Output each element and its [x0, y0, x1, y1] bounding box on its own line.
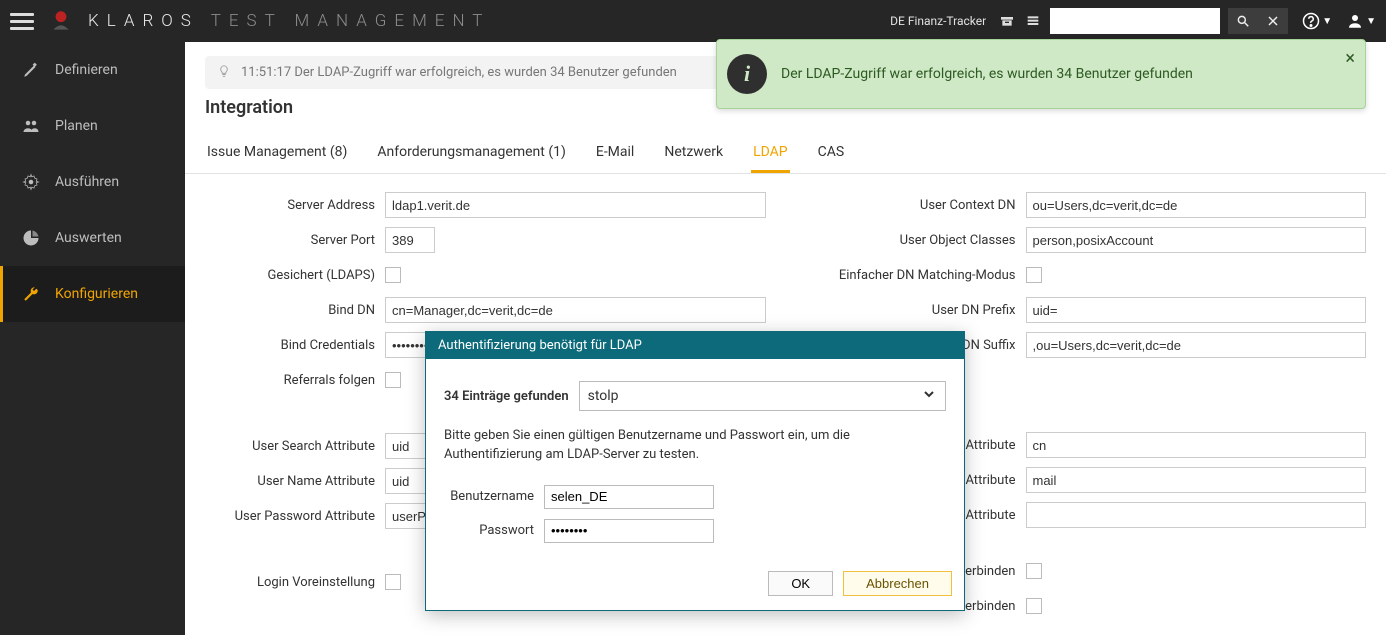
- label-user-objclass: User Object Classes: [806, 233, 1016, 248]
- label-bind-cred: Bind Credentials: [205, 338, 375, 353]
- label-server-port: Server Port: [205, 233, 375, 248]
- checkbox-referrals[interactable]: [385, 372, 401, 388]
- modal-user-label: Benutzername: [444, 489, 534, 504]
- input-user-context[interactable]: [1026, 192, 1367, 218]
- message-time: 11:51:17: [241, 65, 291, 80]
- label-user-context: User Context DN: [806, 198, 1016, 213]
- pie-icon: [21, 228, 41, 248]
- search-input[interactable]: [1050, 8, 1220, 34]
- tab-email[interactable]: E-Mail: [594, 134, 636, 173]
- modal-ok-button[interactable]: OK: [768, 571, 833, 596]
- input-user-prefix[interactable]: [1026, 297, 1367, 323]
- list-icon[interactable]: [1024, 12, 1042, 30]
- sidebar-item-label: Konfigurieren: [55, 286, 138, 302]
- sidebar-item-label: Planen: [55, 118, 98, 134]
- chevron-down-icon: [921, 386, 937, 406]
- modal-selected-value: stolp: [588, 388, 619, 404]
- label-secured: Gesichert (LDAPS): [205, 268, 375, 283]
- label-user-prefix: User DN Prefix: [806, 303, 1016, 318]
- sidebar: Definieren Planen Ausführen Auswerten Ko…: [0, 42, 185, 635]
- checkbox-secured[interactable]: [385, 267, 401, 283]
- ldap-auth-modal: Authentifizierung benötigt für LDAP 34 E…: [425, 331, 965, 611]
- brand: KLAROS TEST MANAGEMENT: [88, 11, 490, 31]
- project-name: DE Finanz-Tracker: [890, 14, 986, 28]
- label-login-pref: Login Voreinstellung: [205, 575, 375, 590]
- sidebar-item-label: Definieren: [55, 62, 118, 78]
- tab-cas[interactable]: CAS: [816, 134, 847, 173]
- tab-ldap[interactable]: LDAP: [751, 134, 790, 173]
- label-bind-dn: Bind DN: [205, 303, 375, 318]
- input-attr2[interactable]: [1026, 467, 1367, 493]
- bulb-icon: [217, 64, 231, 82]
- input-server-port[interactable]: [385, 227, 435, 253]
- input-attr3[interactable]: [1026, 502, 1367, 528]
- sidebar-item-label: Auswerten: [55, 230, 122, 246]
- modal-cancel-button[interactable]: Abbrechen: [843, 571, 952, 596]
- input-attr1[interactable]: [1026, 432, 1367, 458]
- user-menu[interactable]: ▼: [1346, 12, 1376, 30]
- label-user-name: User Name Attribute: [205, 474, 375, 489]
- modal-pw-label: Passwort: [444, 523, 534, 538]
- modal-title: Authentifizierung benötigt für LDAP: [426, 332, 964, 359]
- clear-search-button[interactable]: [1258, 8, 1288, 34]
- label-simple-dn: Einfacher DN Matching-Modus: [806, 268, 1016, 283]
- pencil-icon: [21, 60, 41, 80]
- modal-found-label: 34 Einträge gefunden: [444, 389, 569, 404]
- modal-pw-input[interactable]: [544, 519, 714, 543]
- label-user-search: User Search Attribute: [205, 439, 375, 454]
- modal-description: Bitte geben Sie einen gültigen Benutzern…: [444, 427, 946, 465]
- input-bind-dn[interactable]: [385, 297, 766, 323]
- toast-text: Der LDAP-Zugriff war erfolgreich, es wur…: [781, 66, 1193, 82]
- tab-netzwerk[interactable]: Netzwerk: [662, 134, 725, 173]
- toast-success: i Der LDAP-Zugriff war erfolgreich, es w…: [716, 39, 1366, 109]
- help-menu[interactable]: ▼: [1302, 12, 1332, 30]
- label-user-pw: User Password Attribute: [205, 509, 375, 524]
- toast-close[interactable]: ×: [1345, 48, 1355, 69]
- search-button[interactable]: [1228, 8, 1258, 34]
- message-text: Der LDAP-Zugriff war erfolgreich, es wur…: [294, 65, 676, 80]
- checkbox-login-pref[interactable]: [385, 574, 401, 590]
- tabs: Issue Management (8) Anforderungsmanagem…: [185, 134, 1386, 174]
- tab-issue-management[interactable]: Issue Management (8): [205, 134, 349, 173]
- users-icon: [21, 116, 41, 136]
- archive-icon[interactable]: [998, 12, 1016, 30]
- checkbox-deny1[interactable]: [1026, 563, 1042, 579]
- tab-anforderungsmanagement[interactable]: Anforderungsmanagement (1): [375, 134, 567, 173]
- checkbox-deny2[interactable]: [1026, 598, 1042, 614]
- label-server-address: Server Address: [205, 198, 375, 213]
- menu-toggle[interactable]: [10, 9, 34, 33]
- info-icon: i: [727, 54, 767, 94]
- sidebar-item-ausfuehren[interactable]: Ausführen: [0, 154, 185, 210]
- sidebar-item-konfigurieren[interactable]: Konfigurieren: [0, 266, 185, 322]
- sidebar-item-auswerten[interactable]: Auswerten: [0, 210, 185, 266]
- sidebar-item-definieren[interactable]: Definieren: [0, 42, 185, 98]
- sidebar-item-label: Ausführen: [55, 174, 119, 190]
- input-user-suffix[interactable]: [1026, 332, 1367, 358]
- modal-user-input[interactable]: [544, 485, 714, 509]
- topbar: KLAROS TEST MANAGEMENT DE Finanz-Tracker…: [0, 0, 1386, 42]
- gear-icon: [21, 172, 41, 192]
- input-server-address[interactable]: [385, 192, 766, 218]
- input-user-objclass[interactable]: [1026, 227, 1367, 253]
- wrench-icon: [21, 284, 41, 304]
- sidebar-item-planen[interactable]: Planen: [0, 98, 185, 154]
- label-referrals: Referrals folgen: [205, 373, 375, 388]
- modal-user-select[interactable]: stolp: [579, 381, 946, 411]
- logo-icon: [48, 8, 74, 34]
- checkbox-simple-dn[interactable]: [1026, 267, 1042, 283]
